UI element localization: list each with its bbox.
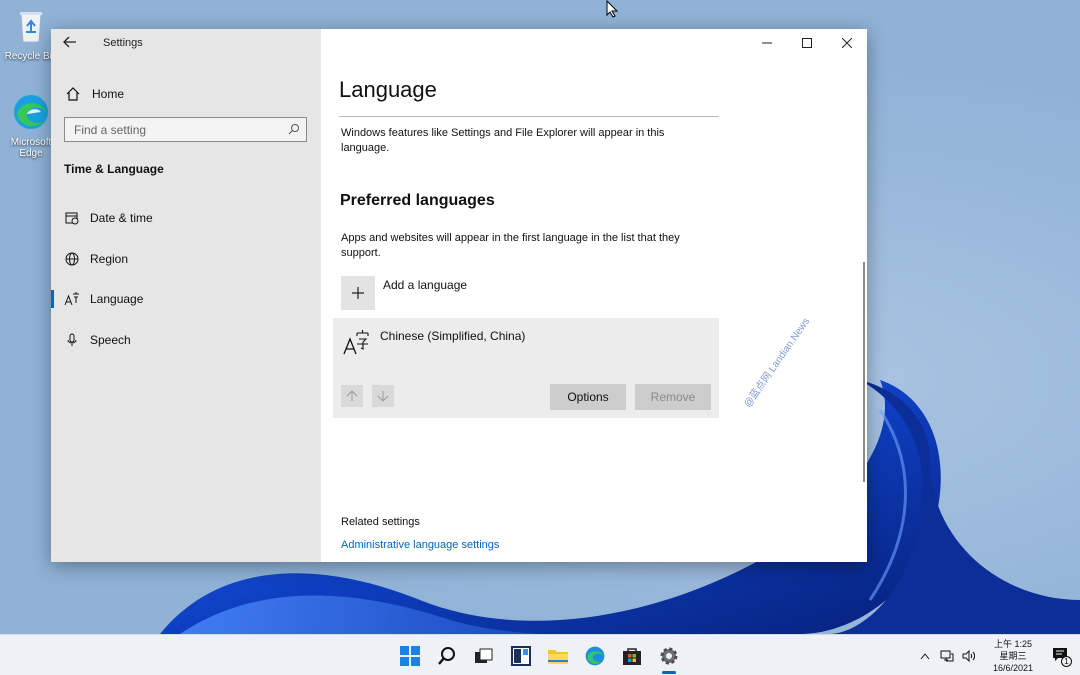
- notification-count-badge: 1: [1061, 656, 1072, 667]
- language-list-item[interactable]: Chinese (Simplified, China) Options Remo…: [333, 318, 719, 418]
- edge-button[interactable]: [576, 635, 613, 675]
- sidebar-item-region[interactable]: Region: [51, 242, 321, 276]
- search-icon: [288, 124, 299, 135]
- window-title: Settings: [103, 37, 143, 49]
- administrative-language-settings-link[interactable]: Administrative language settings: [341, 539, 499, 551]
- close-button[interactable]: [827, 29, 867, 57]
- scrollbar[interactable]: [863, 262, 865, 482]
- sidebar-item-label: Region: [90, 252, 129, 266]
- sidebar-item-label: Speech: [90, 333, 131, 347]
- task-view-icon: [474, 648, 492, 663]
- recycle-bin-icon: [20, 12, 42, 43]
- related-settings-title: Related settings: [341, 516, 420, 528]
- options-button[interactable]: Options: [550, 384, 626, 410]
- sidebar-item-speech[interactable]: Speech: [51, 323, 321, 357]
- clock-time: 上午 1:25: [993, 638, 1033, 649]
- edge-icon: [14, 95, 48, 129]
- add-language-label: Add a language: [383, 278, 468, 292]
- maximize-icon: [802, 38, 812, 48]
- show-hidden-icons-button[interactable]: [916, 635, 934, 675]
- network-button[interactable]: [938, 635, 956, 675]
- store-icon: [622, 647, 641, 665]
- sidebar-item-label: Date & time: [90, 211, 153, 225]
- taskbar-search-button[interactable]: [428, 635, 465, 675]
- close-icon: [842, 38, 852, 48]
- volume-icon: [962, 649, 975, 662]
- nav-section-title: Time & Language: [64, 162, 164, 176]
- plus-icon: [341, 276, 375, 310]
- back-arrow-icon: [63, 36, 76, 48]
- settings-icon: [660, 647, 677, 664]
- maximize-button[interactable]: [787, 29, 827, 57]
- language-pack-icon: [343, 330, 369, 355]
- volume-button[interactable]: [960, 635, 978, 675]
- window-controls: [747, 29, 867, 57]
- file-explorer-icon: [547, 649, 568, 664]
- system-tray: 上午 1:25 星期三 16/6/2021 1: [916, 635, 1080, 675]
- minimize-icon: [762, 42, 772, 44]
- clock-date: 16/6/2021: [992, 662, 1034, 673]
- task-view-button[interactable]: [465, 635, 502, 675]
- move-down-button[interactable]: [372, 385, 394, 407]
- search-box[interactable]: [64, 117, 307, 142]
- watermark: @蓝点网 Landian.News: [742, 316, 813, 410]
- store-button[interactable]: [613, 635, 650, 675]
- language-name: Chinese (Simplified, China): [380, 329, 526, 343]
- clock-weekday: 星期三: [999, 650, 1027, 661]
- edge-icon: [585, 646, 604, 665]
- language-icon: [64, 291, 80, 307]
- settings-window: Settings Home Time & Language: [51, 29, 867, 562]
- content-pane: Language Windows features like Settings …: [321, 29, 867, 562]
- sidebar-item-date-time[interactable]: Date & time: [51, 201, 321, 235]
- mouse-cursor-icon: [606, 0, 619, 18]
- navigation-pane: Settings Home Time & Language: [51, 29, 321, 562]
- remove-button[interactable]: Remove: [635, 384, 711, 410]
- preferred-languages-description: Apps and websites will appear in the fir…: [341, 232, 680, 259]
- arrow-down-icon: [377, 391, 389, 402]
- sidebar-item-label: Language: [90, 292, 144, 306]
- title-divider: [339, 116, 719, 117]
- globe-icon: [64, 251, 80, 267]
- move-up-button[interactable]: [341, 385, 363, 407]
- home-icon: [66, 87, 80, 101]
- notification-center-button[interactable]: 1: [1050, 635, 1072, 675]
- network-icon: [940, 650, 954, 661]
- page-title: Language: [339, 77, 437, 102]
- search-input[interactable]: [74, 122, 274, 137]
- widgets-button[interactable]: [502, 635, 539, 675]
- back-button[interactable]: [63, 35, 79, 51]
- preferred-languages-title: Preferred languages: [340, 192, 495, 209]
- taskbar: 上午 1:25 星期三 16/6/2021 1: [0, 634, 1080, 675]
- settings-taskbar-button[interactable]: [650, 635, 687, 675]
- start-icon: [399, 645, 420, 666]
- minimize-button[interactable]: [747, 29, 787, 57]
- sidebar-item-language[interactable]: Language: [51, 282, 321, 316]
- calendar-clock-icon: [64, 210, 80, 226]
- clock[interactable]: 上午 1:25 星期三 16/6/2021: [982, 638, 1044, 674]
- file-explorer-button[interactable]: [539, 635, 576, 675]
- start-button[interactable]: [391, 635, 428, 675]
- chevron-up-icon: [920, 652, 930, 659]
- microphone-icon: [64, 332, 80, 348]
- arrow-up-icon: [346, 390, 358, 401]
- nav-home-label: Home: [92, 87, 125, 101]
- taskbar-apps: [391, 635, 687, 675]
- nav-home[interactable]: Home: [65, 83, 305, 105]
- search-icon: [437, 646, 455, 665]
- add-language-button[interactable]: Add a language: [341, 276, 467, 310]
- display-language-description: Windows features like Settings and File …: [341, 127, 665, 154]
- widgets-icon: [510, 645, 531, 666]
